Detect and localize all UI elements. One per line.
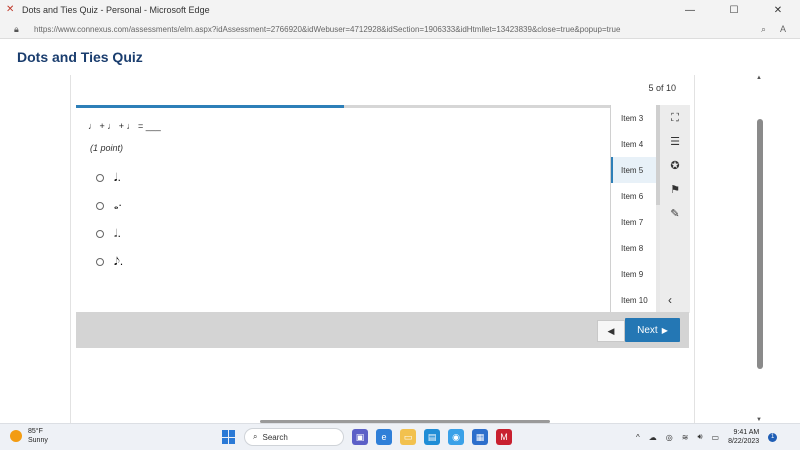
accessibility-icon[interactable]: ✪ <box>668 159 682 173</box>
scroll-up-icon[interactable]: ▲ <box>756 75 762 81</box>
answer-option[interactable]: 𝅘𝅥. <box>96 164 123 192</box>
next-button[interactable]: Next ▶ <box>625 318 680 342</box>
search-label: Search <box>262 432 288 442</box>
lock-icon[interactable]: 🔒︎ <box>14 24 26 35</box>
reference-sheet-icon[interactable]: ☰ <box>668 135 682 149</box>
volume-icon[interactable]: 🔊︎ <box>697 432 702 442</box>
answer-option[interactable]: 𝅘𝅥𝅮. <box>96 248 123 276</box>
tool-panel: ⛶ ☰ ✪ ⚑ ✎ ‹ <box>660 105 690 313</box>
store-icon[interactable]: ▤ <box>424 429 440 445</box>
file-explorer-icon[interactable]: ▭ <box>400 429 416 445</box>
item-link-current[interactable]: Item 5 <box>611 157 656 183</box>
item-link[interactable]: Item 4 <box>611 131 656 157</box>
notification-badge[interactable]: 1 <box>768 432 778 442</box>
question-nav-bar: ◀ Next ▶ <box>76 312 689 348</box>
wifi-icon[interactable]: ≋ <box>682 433 689 442</box>
teams-icon[interactable]: ▣ <box>352 429 368 445</box>
web-page: Dots and Ties Quiz 5 of 10 ♩ + ♩ + ♩ = _… <box>0 38 800 423</box>
item-navigation-list: Item 3 Item 4 Item 5 Item 6 Item 7 Item … <box>610 105 656 313</box>
radio-button[interactable] <box>96 202 104 210</box>
maximize-button[interactable]: ☐ <box>712 0 756 20</box>
clock[interactable]: 9:41 AM 8/22/2023 <box>728 428 759 446</box>
system-tray: ^ ☁ ◎ ≋ 🔊︎ ▭ 9:41 AM 8/22/2023 1 <box>636 428 778 446</box>
clock-time: 9:41 AM <box>733 429 760 436</box>
close-button[interactable]: ✕ <box>756 0 800 20</box>
clock-date: 8/22/2023 <box>728 438 760 445</box>
item-link[interactable]: Item 7 <box>611 209 656 235</box>
page-scrollbar-thumb[interactable] <box>757 119 763 369</box>
security-icon[interactable]: ◎ <box>666 433 673 442</box>
mcafee-icon[interactable]: M <box>496 429 512 445</box>
taskbar-search[interactable]: ⌕ Search <box>244 428 344 446</box>
answer-option[interactable]: 𝅗𝅥. <box>96 220 123 248</box>
answer-option-label: 𝅗𝅥. <box>114 227 121 240</box>
item-link[interactable]: Item 9 <box>611 261 656 287</box>
sun-icon <box>10 430 22 442</box>
page-title: Dots and Ties Quiz <box>17 49 143 65</box>
url-field[interactable]: https://www.connexus.com/assessments/elm… <box>34 25 761 34</box>
chevron-up-icon[interactable]: ^ <box>636 433 640 442</box>
item-link[interactable]: Item 8 <box>611 235 656 261</box>
zoom-icon[interactable]: ⌕ <box>761 24 766 35</box>
radio-button[interactable] <box>96 230 104 238</box>
minimize-button[interactable]: — <box>668 0 712 20</box>
answer-eliminator-icon[interactable]: ✎ <box>668 207 682 221</box>
progress-text: 5 of 10 <box>648 83 676 93</box>
flag-icon[interactable]: ⚑ <box>668 183 682 197</box>
previous-arrow-icon: ◀ <box>607 325 615 336</box>
progress-bar-fill <box>76 105 344 108</box>
battery-icon[interactable]: ▭ <box>712 433 720 442</box>
search-icon: ⌕ <box>253 432 258 441</box>
windows-taskbar: 85°F Sunny ⌕ Search ▣ e ▭ ▤ ◉ ▦ M ^ ☁ ◎ … <box>0 423 800 450</box>
weather-condition: Sunny <box>28 437 48 444</box>
item-link[interactable]: Item 6 <box>611 183 656 209</box>
quiz-content: 5 of 10 <box>70 75 695 423</box>
address-bar: 🔒︎ https://www.connexus.com/assessments/… <box>0 20 800 38</box>
radio-button[interactable] <box>96 174 104 182</box>
edge-icon[interactable]: e <box>376 429 392 445</box>
collapse-panel-icon[interactable]: ‹ <box>668 293 672 307</box>
page-vertical-scrollbar[interactable]: ▲ ▼ <box>755 75 765 423</box>
question-text: ♩ + ♩ + ♩ = ___ <box>88 121 161 131</box>
progress-bar <box>76 105 611 108</box>
calendar-icon[interactable]: ▦ <box>472 429 488 445</box>
answer-option-label: 𝅘𝅥𝅮. <box>114 255 124 268</box>
chrome-icon[interactable]: ◉ <box>448 429 464 445</box>
answer-option[interactable]: 𝅝· <box>96 192 123 220</box>
question-points: (1 point) <box>90 143 124 153</box>
window-titlebar: ✕ Dots and Ties Quiz - Personal - Micros… <box>0 0 800 20</box>
next-arrow-icon: ▶ <box>661 325 668 335</box>
item-link[interactable]: Item 10 <box>611 287 656 313</box>
windows-start-icon[interactable] <box>222 430 236 444</box>
window-title: Dots and Ties Quiz - Personal - Microsof… <box>22 5 210 15</box>
address-bar-actions: ⌕ A <box>761 24 786 35</box>
radio-button[interactable] <box>96 258 104 266</box>
taskbar-apps: ⌕ Search ▣ e ▭ ▤ ◉ ▦ M <box>222 428 512 446</box>
answer-option-label: 𝅝· <box>114 199 122 212</box>
cloud-icon[interactable]: ☁ <box>649 433 657 442</box>
answer-options: 𝅘𝅥. 𝅝· 𝅗𝅥. 𝅘𝅥𝅮. <box>96 164 123 276</box>
next-button-label: Next <box>637 324 658 336</box>
item-link[interactable]: Item 3 <box>611 105 656 131</box>
fullscreen-icon[interactable]: ⛶ <box>668 111 682 125</box>
previous-button[interactable]: ◀ <box>597 320 625 342</box>
weather-temperature: 85°F <box>28 428 43 435</box>
read-aloud-icon[interactable]: A <box>780 24 786 35</box>
app-logo-icon: ✕ <box>6 4 15 15</box>
answer-option-label: 𝅘𝅥. <box>114 171 121 184</box>
window-controls: — ☐ ✕ <box>668 0 800 20</box>
weather-widget[interactable]: 85°F Sunny <box>10 427 48 445</box>
